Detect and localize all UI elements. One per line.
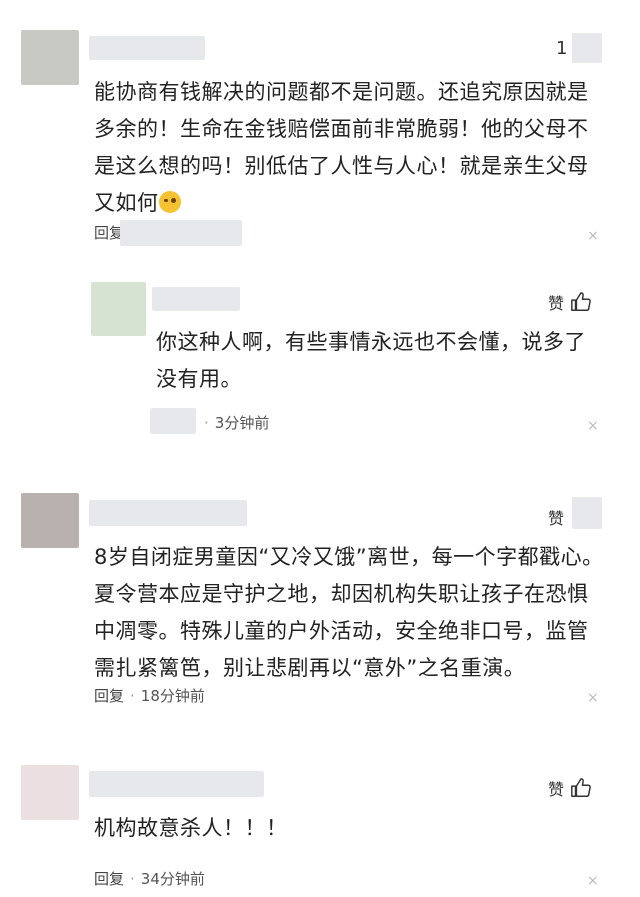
username-redacted[interactable] xyxy=(89,36,205,60)
like-label: 赞 xyxy=(548,780,565,799)
close-icon[interactable]: × xyxy=(587,228,599,244)
like-count: 1 xyxy=(556,38,568,59)
reply-button[interactable]: 回复 xyxy=(94,685,124,706)
timestamp: 34分钟前 xyxy=(140,870,205,888)
like-button-redacted[interactable] xyxy=(572,33,602,63)
thumbs-up-icon xyxy=(571,292,591,311)
comment-line: 中凋零。特殊儿童的户外活动，安全绝非口号，监管 xyxy=(94,619,589,643)
thumbs-up-icon xyxy=(571,778,591,797)
username-redacted[interactable] xyxy=(89,771,264,797)
comment-line: 机构故意杀人！！！ xyxy=(94,816,288,840)
close-icon[interactable]: × xyxy=(587,873,599,889)
timestamp: 3分钟前 xyxy=(214,414,270,432)
reply-username-redacted[interactable] xyxy=(152,287,240,311)
meta-redacted xyxy=(120,220,242,246)
like-button[interactable]: 赞 xyxy=(548,505,564,529)
reply-text: 你这种人啊，有些事情永远也不会懂，说多了 没有用。 xyxy=(156,324,606,398)
comment-line: 需扎紧篱笆，别让悲剧再以“意外”之名重演。 xyxy=(94,656,526,680)
comment-line: 夏令营本应是守护之地，却因机构失职让孩子在恐惧 xyxy=(94,582,589,606)
avatar[interactable] xyxy=(21,765,79,820)
comment-line: 又如何 xyxy=(94,191,159,215)
like-label: 赞 xyxy=(548,294,565,313)
reply-meta-redacted xyxy=(150,408,196,434)
separator-dot: · xyxy=(130,686,135,705)
timestamp: 18分钟前 xyxy=(140,687,205,705)
separator-dot: · xyxy=(130,869,135,888)
reply-meta: · 3分钟前 xyxy=(204,412,269,433)
reply-button[interactable]: 回复 xyxy=(94,868,124,889)
close-icon[interactable]: × xyxy=(587,418,599,434)
comment-text: 能协商有钱解决的问题都不是问题。还追究原因就是 多余的！生命在金钱赔偿面前非常脆… xyxy=(94,74,614,222)
like-button[interactable]: 赞 xyxy=(548,290,592,314)
reply-line: 你这种人啊，有些事情永远也不会懂，说多了 xyxy=(156,330,586,354)
like-button[interactable]: 赞 xyxy=(548,776,592,800)
comment-line: 多余的！生命在金钱赔偿面前非常脆弱！他的父母不 xyxy=(94,117,589,141)
avatar[interactable] xyxy=(21,493,79,548)
comment-meta: 回复 · 34分钟前 xyxy=(94,868,205,889)
separator-dot: · xyxy=(204,413,209,432)
avatar[interactable] xyxy=(21,30,79,85)
comment-line: 8岁自闭症男童因“又冷又饿”离世，每一个字都戳心。 xyxy=(94,545,604,569)
close-icon[interactable]: × xyxy=(587,690,599,706)
reply-line: 没有用。 xyxy=(156,367,242,391)
comment-text: 8岁自闭症男童因“又冷又饿”离世，每一个字都戳心。 夏令营本应是守护之地，却因机… xyxy=(94,539,624,687)
comment-line: 能协商有钱解决的问题都不是问题。还追究原因就是 xyxy=(94,80,589,104)
comment-line: 是这么想的吗！别低估了人性与人心！就是亲生父母 xyxy=(94,154,589,178)
username-redacted[interactable] xyxy=(89,500,247,526)
smirk-emoji-icon xyxy=(158,191,181,213)
comment-text: 机构故意杀人！！！ xyxy=(94,810,614,847)
reply-avatar[interactable] xyxy=(91,282,146,336)
like-icon-redacted[interactable] xyxy=(572,497,602,529)
comment-meta: 回复 · 18分钟前 xyxy=(94,685,205,706)
like-label: 赞 xyxy=(548,509,565,528)
